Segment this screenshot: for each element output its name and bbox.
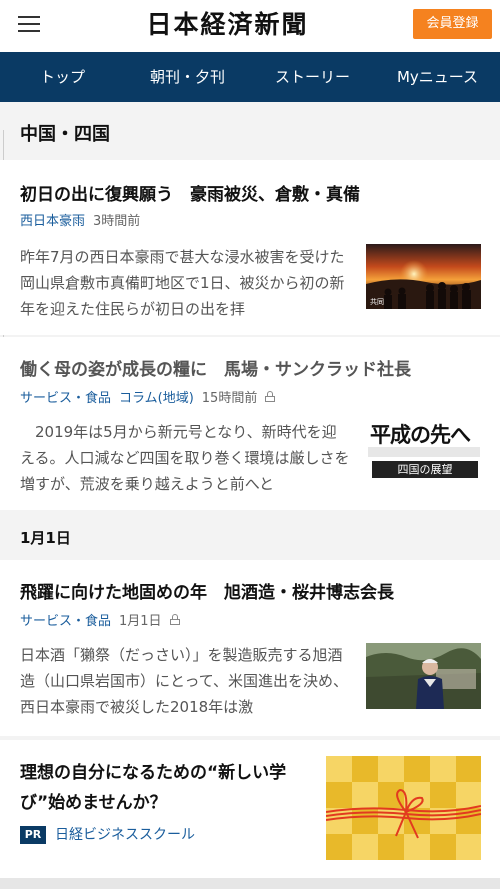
thumb-title: 平成の先へ [370, 423, 471, 447]
thumb-subtitle: 四国の展望 [372, 461, 478, 478]
pr-badge: PR [20, 826, 46, 844]
section-header: 中国・四国 [0, 102, 500, 160]
article-time: 3時間前 [93, 214, 141, 229]
article-time: 15時間前 [201, 391, 258, 406]
article-summary: 日本酒「獺祭（だっさい）」を製造販売する旭酒造（山口県岩国市）にとって、米国進出… [20, 646, 349, 716]
article-meta: 西日本豪雨 3時間前 [20, 210, 148, 229]
date-header: 1月1日 [0, 510, 500, 560]
ad-title[interactable]: 理想の自分になるための“新しい学び”始めませんか？ [20, 758, 320, 818]
article-time: 1月1日 [119, 614, 162, 629]
menu-icon[interactable] [18, 13, 40, 35]
nav-item-mynews[interactable]: Myニュース [375, 52, 500, 102]
article-tag[interactable]: コラム(地域) [119, 387, 194, 406]
article-title[interactable]: 飛躍に向けた地固めの年 旭酒造・桜井博志会長 [20, 578, 394, 603]
article-meta: サービス・食品 コラム(地域) 15時間前 [20, 387, 276, 406]
article-title[interactable]: 初日の出に復興願う 豪雨被災、倉敷・真備 [20, 180, 360, 205]
article-summary: 2019年は5月から新元号となり、新時代を迎える。人口減など四国を取り巻く環境は… [20, 423, 350, 493]
site-logo[interactable]: 日本経済新聞 [120, 10, 335, 40]
lock-icon [265, 391, 276, 402]
article-tag[interactable]: 西日本豪雨 [20, 210, 85, 229]
nav-item-papers[interactable]: 朝刊・夕刊 [125, 52, 250, 102]
bottom-divider [0, 878, 500, 889]
main-nav: トップ 朝刊・夕刊 ストーリー Myニュース [0, 52, 500, 102]
article-card[interactable]: 初日の出に復興願う 豪雨被災、倉敷・真備 西日本豪雨 3時間前 昨年7月の西日本… [0, 160, 500, 335]
article-card[interactable]: 飛躍に向けた地固めの年 旭酒造・桜井博志会長 サービス・食品 1月1日 日本酒「… [0, 560, 500, 736]
article-card[interactable]: 働く母の姿が成長の糧に 馬場・サンクラッド社長 サービス・食品 コラム(地域) … [0, 337, 500, 510]
article-thumbnail[interactable]: 平成の先へ 四国の展望 [366, 417, 481, 487]
ad-card[interactable]: 理想の自分になるための“新しい学び”始めませんか？ PR 日経ビジネススクール [0, 740, 500, 878]
ad-sponsor[interactable]: 日経ビジネススクール [55, 826, 195, 844]
date-label: 1月1日 [20, 529, 71, 547]
photo-credit: 共同 [370, 298, 384, 306]
article-tag[interactable]: サービス・食品 [20, 387, 111, 406]
article-title[interactable]: 働く母の姿が成長の糧に 馬場・サンクラッド社長 [20, 355, 411, 380]
nav-item-top[interactable]: トップ [0, 52, 125, 102]
article-summary: 昨年7月の西日本豪雨で甚大な浸水被害を受けた岡山県倉敷市真備町地区で1日、被災か… [20, 248, 345, 318]
article-thumbnail[interactable] [366, 643, 481, 709]
ad-image[interactable] [326, 756, 481, 860]
article-meta: サービス・食品 1月1日 [20, 610, 180, 629]
article-tag[interactable]: サービス・食品 [20, 610, 111, 629]
thumb-decoration [368, 447, 480, 457]
article-thumbnail[interactable]: 共同 [366, 244, 481, 309]
register-button[interactable]: 会員登録 [413, 9, 492, 39]
section-title: 中国・四国 [20, 124, 110, 145]
lock-icon [169, 614, 180, 625]
app-header: 日本経済新聞 会員登録 [0, 0, 500, 52]
nav-item-stories[interactable]: ストーリー [250, 52, 375, 102]
